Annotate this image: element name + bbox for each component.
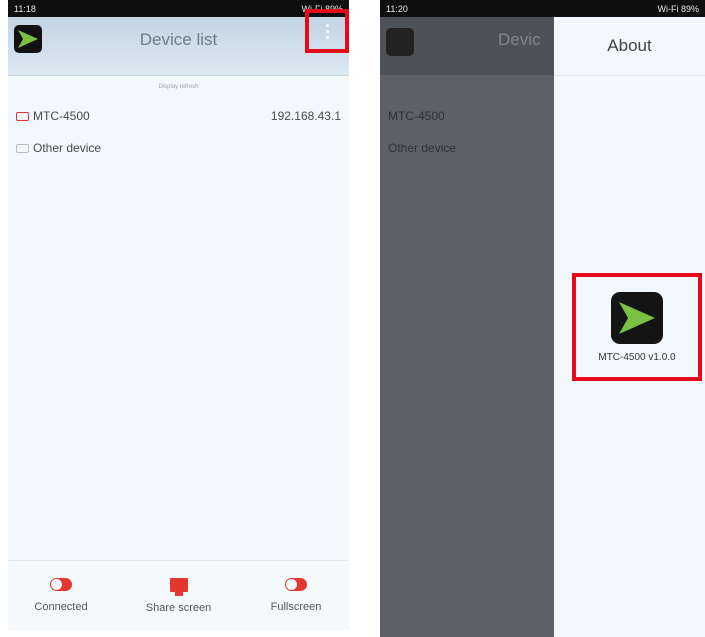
device-name: Other device <box>33 141 102 155</box>
app-bar: Device list <box>8 9 349 76</box>
drawer-scrim[interactable]: Devic MTC-4500 Other device <box>380 17 554 637</box>
share-screen-label: Share screen <box>145 601 212 614</box>
drawer-title: About <box>554 0 705 76</box>
fullscreen-label: Fullscreen <box>270 601 322 613</box>
fullscreen-toggle[interactable]: Fullscreen <box>251 561 341 630</box>
device-name: MTC-4500 <box>33 109 90 123</box>
connected-label: Connected <box>34 601 88 613</box>
device-row-mtc-4500[interactable]: MTC-4500 192.168.43.1 <box>16 107 341 125</box>
overflow-menu-button[interactable] <box>305 9 349 53</box>
toggle-on-icon <box>50 578 72 591</box>
status-time: 11:18 <box>14 3 36 14</box>
dimmed-device-row: MTC-4500 <box>388 109 445 123</box>
share-screen-icon <box>169 577 188 596</box>
device-ip: 192.168.43.1 <box>270 109 341 123</box>
about-app-info: MTC-4500 v1.0.0 <box>572 273 702 381</box>
bottom-toolbar: Connected Share screen Fullscreen <box>8 560 349 630</box>
status-time: 11:20 <box>386 3 408 14</box>
device-icon <box>16 111 29 121</box>
dimmed-title: Devic <box>498 30 541 49</box>
app-logo-icon <box>386 28 414 56</box>
device-icon <box>16 143 29 153</box>
app-logo-icon <box>611 291 663 344</box>
refresh-hint: Display refresh <box>158 84 199 90</box>
share-screen-button[interactable]: Share screen <box>134 561 224 630</box>
device-list-screen: 11:18 Wi-Fi 89% Device list Display refr… <box>8 0 349 630</box>
device-row-other[interactable]: Other device <box>16 139 341 157</box>
about-screen: 11:20 Wi-Fi 89% Devic MTC-4500 Other dev… <box>380 0 705 637</box>
app-version: MTC-4500 v1.0.0 <box>598 351 676 363</box>
toggle-on-icon <box>285 578 307 591</box>
connected-toggle[interactable]: Connected <box>16 561 106 630</box>
about-drawer: About MTC-4500 v1.0.0 <box>554 17 705 637</box>
dimmed-app-bar: Devic <box>380 17 554 75</box>
status-bar: 11:18 Wi-Fi 89% <box>8 0 349 17</box>
page-title: Device list <box>139 30 218 49</box>
dimmed-device-row: Other device <box>388 141 457 155</box>
more-vert-icon <box>325 23 329 39</box>
